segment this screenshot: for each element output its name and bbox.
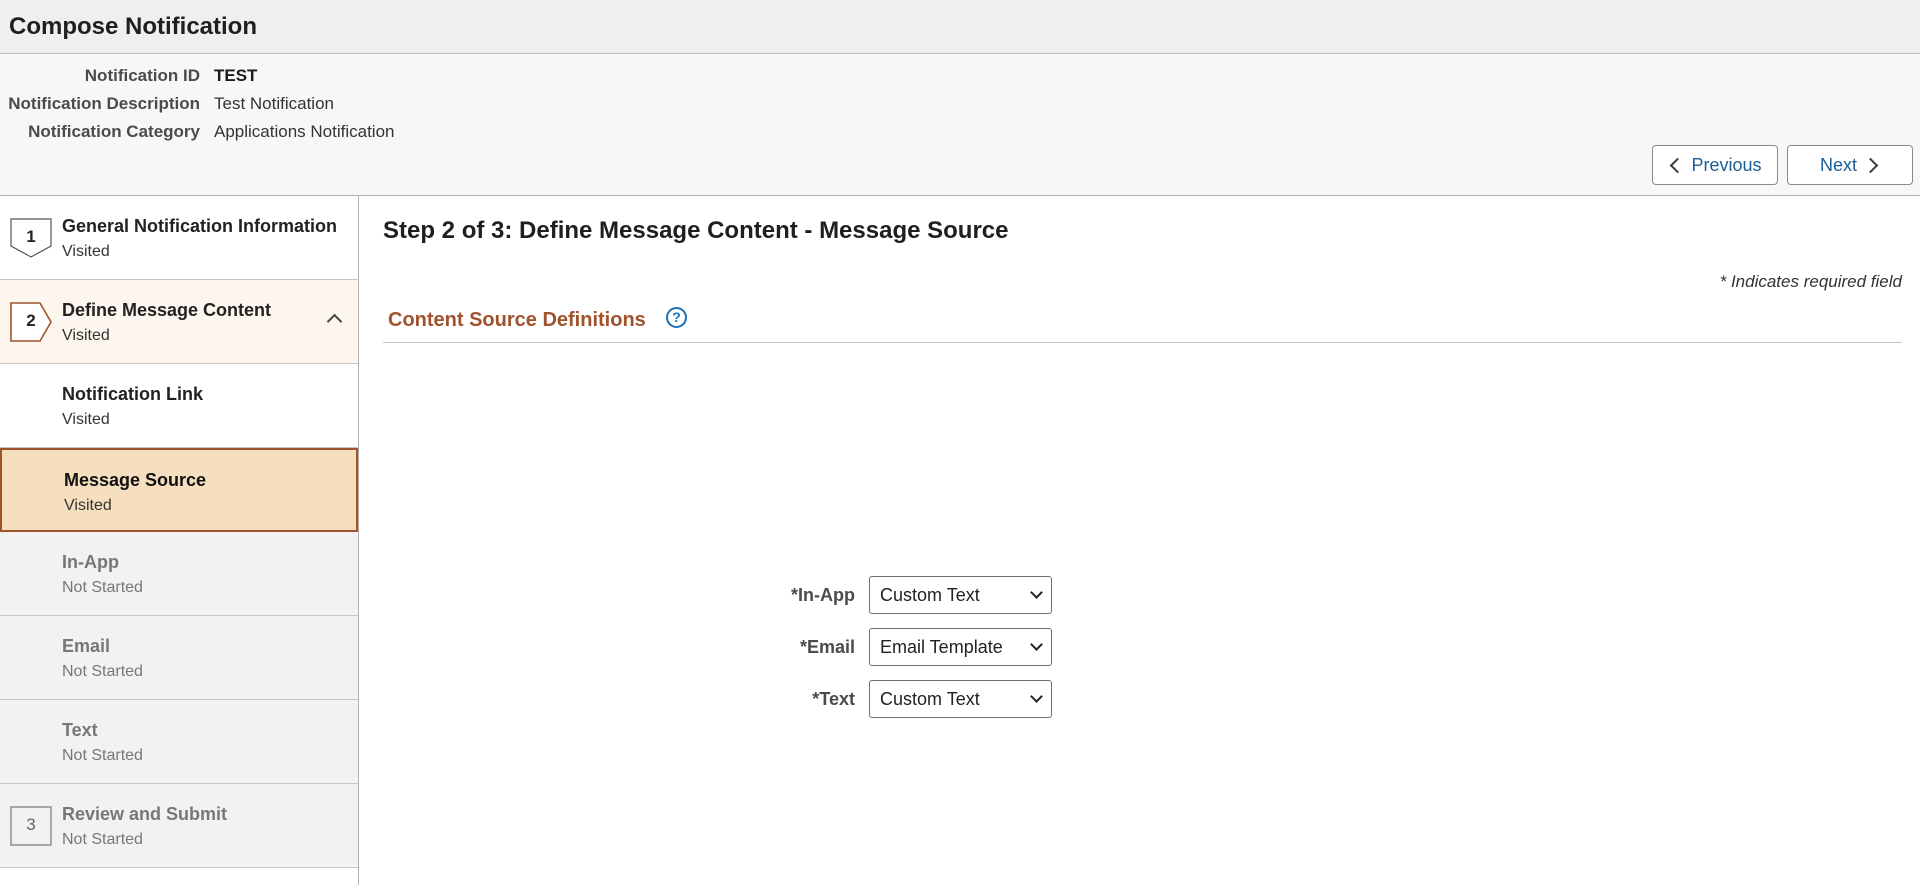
substep-notification-link[interactable]: Notification Link Visited bbox=[0, 364, 358, 448]
chevron-down-icon bbox=[1030, 690, 1043, 703]
substep-text[interactable]: Text Not Started bbox=[0, 700, 358, 784]
info-label: Notification Description bbox=[8, 94, 200, 113]
select-value: Custom Text bbox=[880, 688, 980, 709]
step-status: Not Started bbox=[62, 831, 143, 848]
chevron-right-icon bbox=[1862, 157, 1879, 173]
step-title: In-App bbox=[62, 552, 119, 572]
step-define-message-content[interactable]: 2 Define Message Content Visited bbox=[0, 280, 358, 364]
info-value: TEST bbox=[214, 66, 258, 85]
step-review-and-submit[interactable]: 3 Review and Submit Not Started bbox=[0, 784, 358, 868]
step-title: Define Message Content bbox=[62, 300, 272, 320]
section-title: Content Source Definitions bbox=[388, 309, 646, 331]
info-value: Applications Notification bbox=[214, 122, 395, 141]
step-sidebar: 1 General Notification Information Visit… bbox=[0, 196, 359, 885]
substep-in-app[interactable]: In-App Not Started bbox=[0, 532, 358, 616]
nav-buttons: Previous Next bbox=[1652, 145, 1913, 185]
field-row-in-app: *In-App Custom Text bbox=[359, 576, 1052, 614]
text-select[interactable]: Custom Text bbox=[869, 680, 1052, 718]
help-icon[interactable]: ? bbox=[666, 307, 687, 328]
step-1-badge-icon: 1 bbox=[10, 218, 52, 258]
in-app-select[interactable]: Custom Text bbox=[869, 576, 1052, 614]
next-button[interactable]: Next bbox=[1787, 145, 1913, 185]
substep-email[interactable]: Email Not Started bbox=[0, 616, 358, 700]
step-title: Text bbox=[62, 720, 98, 740]
chevron-down-icon bbox=[1030, 586, 1043, 599]
title-bar: Compose Notification bbox=[0, 0, 1920, 54]
step-status: Visited bbox=[62, 411, 110, 428]
step-2-badge-icon: 2 bbox=[10, 302, 52, 342]
step-number: 2 bbox=[26, 311, 36, 330]
email-select[interactable]: Email Template bbox=[869, 628, 1052, 666]
next-label: Next bbox=[1819, 154, 1857, 175]
info-value: Test Notification bbox=[214, 94, 334, 113]
page-title: Compose Notification bbox=[9, 12, 258, 40]
notification-info: Notification ID TEST Notification Descri… bbox=[0, 62, 394, 146]
previous-label: Previous bbox=[1691, 154, 1762, 175]
step-title: Review and Submit bbox=[62, 804, 228, 824]
notification-header: Notification ID TEST Notification Descri… bbox=[0, 54, 1920, 196]
main-content: Step 2 of 3: Define Message Content - Me… bbox=[359, 196, 1920, 885]
field-row-email: *Email Email Template bbox=[359, 628, 1052, 666]
step-status: Visited bbox=[62, 243, 110, 260]
field-label: *In-App bbox=[791, 584, 855, 605]
field-row-text: *Text Custom Text bbox=[359, 680, 1052, 718]
chevron-left-icon bbox=[1670, 157, 1686, 173]
step-title: Notification Link bbox=[62, 384, 203, 404]
select-value: Email Template bbox=[880, 636, 1003, 657]
step-title: Email bbox=[62, 636, 111, 656]
step-title: General Notification Information bbox=[62, 216, 338, 236]
info-label: Notification Category bbox=[28, 122, 200, 141]
required-field-note: * Indicates required field bbox=[1719, 272, 1902, 291]
select-value: Custom Text bbox=[880, 584, 980, 605]
step-number: 3 bbox=[26, 815, 36, 834]
info-row-category: Notification Category Applications Notif… bbox=[0, 118, 394, 146]
chevron-down-icon bbox=[1030, 638, 1043, 651]
step-number: 1 bbox=[26, 227, 36, 246]
step-status: Visited bbox=[62, 327, 110, 344]
substep-message-source[interactable]: Message Source Visited bbox=[0, 448, 358, 532]
info-label: Notification ID bbox=[84, 66, 200, 85]
step-title: Message Source bbox=[64, 470, 207, 490]
field-label: *Text bbox=[812, 688, 855, 709]
content-source-section: Content Source Definitions ? bbox=[383, 307, 1902, 343]
previous-button[interactable]: Previous bbox=[1652, 145, 1778, 185]
step-status: Not Started bbox=[62, 663, 143, 680]
step-status: Visited bbox=[64, 497, 112, 514]
info-row-description: Notification Description Test Notificati… bbox=[0, 90, 394, 118]
step-3-badge-icon: 3 bbox=[10, 806, 52, 846]
step-general-info[interactable]: 1 General Notification Information Visit… bbox=[0, 196, 358, 280]
step-status: Not Started bbox=[62, 747, 143, 764]
step-status: Not Started bbox=[62, 579, 143, 596]
step-heading: Step 2 of 3: Define Message Content - Me… bbox=[383, 217, 1009, 244]
field-label: *Email bbox=[799, 636, 855, 657]
info-row-id: Notification ID TEST bbox=[0, 62, 394, 90]
